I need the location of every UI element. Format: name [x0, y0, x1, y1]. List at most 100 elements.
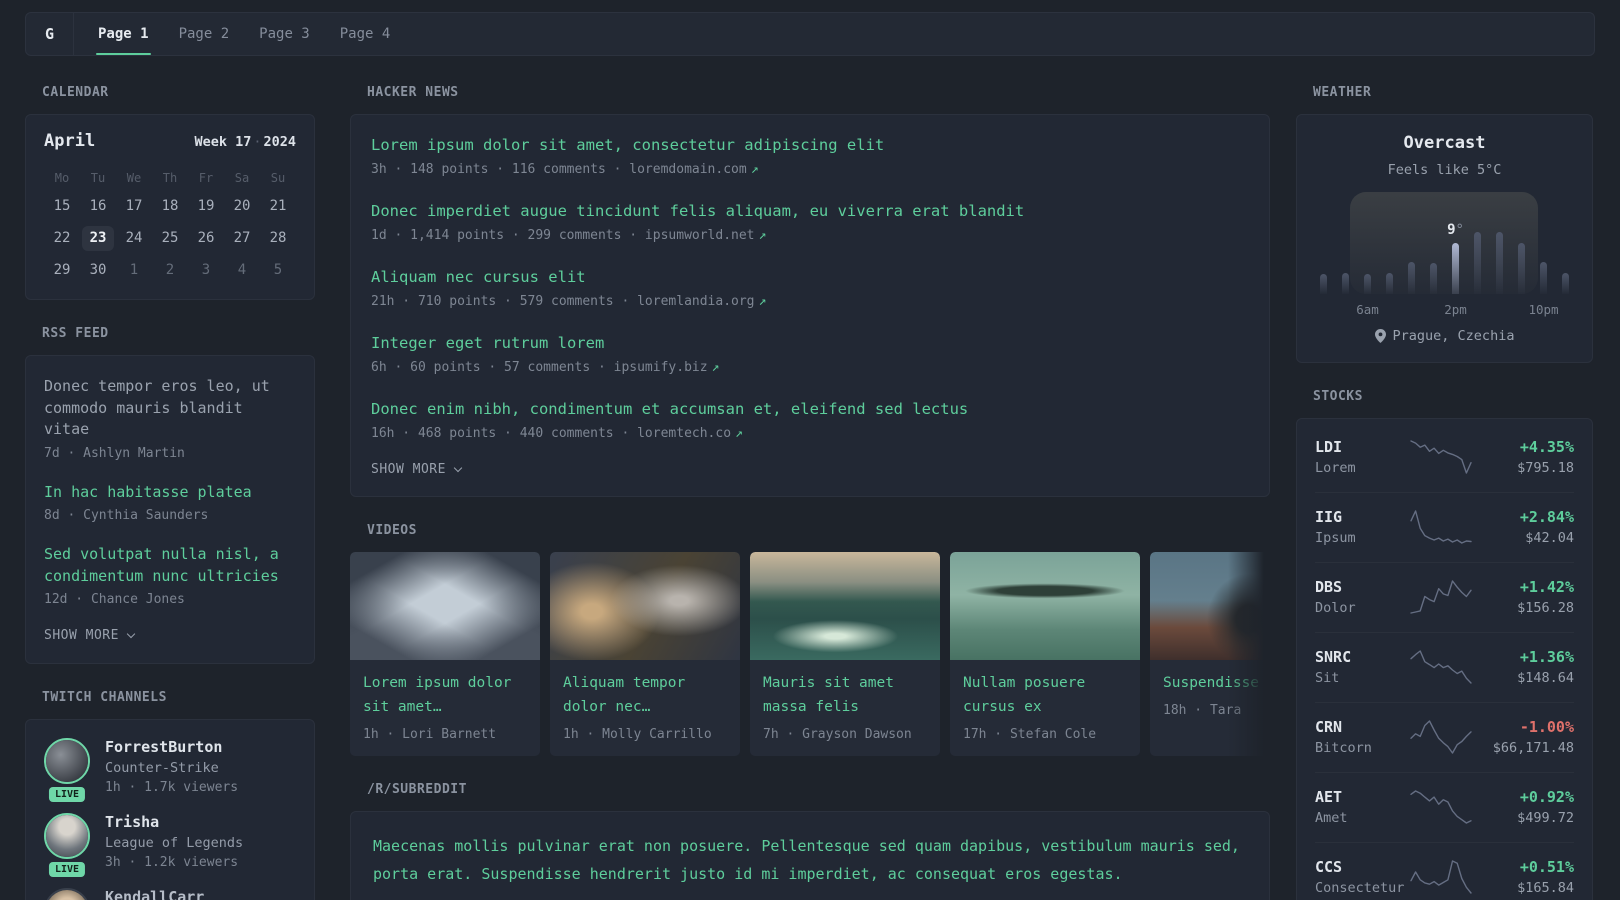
calendar-weekday-label: Fr	[198, 171, 214, 185]
hackernews-item-title[interactable]: Integer eget rutrum lorem	[371, 332, 1249, 354]
twitch-channel-row[interactable]: LIVE ForrestBurton Counter-Strike 1h · 1…	[44, 738, 296, 802]
hackernews-show-more-button[interactable]: SHOW MORE	[371, 462, 1249, 477]
stock-row[interactable]: SNRC Sit +1.36% $148.64	[1315, 632, 1574, 702]
calendar-day: 28	[269, 230, 287, 246]
rss-item-title[interactable]: In hac habitasse platea	[44, 482, 296, 504]
video-thumbnail[interactable]	[750, 552, 940, 660]
video-card[interactable]: Mauris sit amet massa felis 7h · Grayson…	[750, 552, 940, 756]
calendar-day: 16	[89, 198, 107, 214]
stock-name: Consectetur	[1315, 880, 1405, 896]
video-meta: 17h · Stefan Cole	[963, 727, 1097, 742]
calendar-weekday-label: Mo	[54, 171, 70, 185]
twitch-channel-row[interactable]: KendallCarr	[44, 888, 296, 900]
video-thumbnail[interactable]	[350, 552, 540, 660]
video-card-body: Aliquam tempor dolor nec pharetra… 1h · …	[550, 660, 740, 756]
rss-show-more-label: SHOW MORE	[44, 628, 119, 643]
stock-name: Lorem	[1315, 460, 1356, 476]
weather-bar-fill	[1408, 262, 1415, 294]
hackernews-item-title[interactable]: Lorem ipsum dolor sit amet, consectetur …	[371, 134, 1249, 156]
twitch-channel-row[interactable]: LIVE Trisha League of Legends 3h · 1.2k …	[44, 813, 296, 877]
video-title[interactable]: Nullam posuere cursus ex	[963, 671, 1127, 719]
video-title[interactable]: Aliquam tempor dolor nec pharetra…	[563, 671, 727, 719]
sparkline-chart	[1409, 650, 1472, 684]
weather-section: WEATHER Overcast Feels like 5°C 6am 9° 2pm…	[1296, 85, 1593, 363]
weather-bar	[1496, 232, 1503, 294]
hackernews-item-meta-text[interactable]: 3h · 148 points · 116 comments · loremdo…	[371, 162, 747, 177]
rss-show-more-button[interactable]: SHOW MORE	[44, 628, 296, 643]
video-title[interactable]: Lorem ipsum dolor sit amet consectetu…	[363, 671, 527, 719]
video-thumbnail[interactable]	[1150, 552, 1270, 660]
tab-page-2[interactable]: Page 2	[177, 13, 232, 55]
rss-section: RSS FEED Donec tempor eros leo, ut commo…	[25, 326, 315, 664]
weather-hour-label: 2pm	[1444, 302, 1467, 317]
calendar-day: 4	[237, 262, 247, 278]
twitch-channel-name[interactable]: KendallCarr	[105, 888, 204, 900]
subreddit-section: /R/SUBREDDIT Maecenas mollis pulvinar er…	[350, 782, 1270, 900]
rss-item-title[interactable]: Sed volutpat nulla nisl, a condimentum n…	[44, 544, 296, 587]
video-card[interactable]: Suspendisse diam 18h · Tara	[1150, 552, 1270, 756]
hackernews-item-title[interactable]: Donec imperdiet augue tincidunt felis al…	[371, 200, 1249, 222]
stocks-section: STOCKS LDI Lorem +4.35% $795.18 IIG Ipsu…	[1296, 389, 1593, 900]
weather-bar-fill	[1540, 262, 1547, 294]
avatar	[44, 738, 90, 784]
stock-row[interactable]: CRN Bitcorn -1.00% $66,171.48	[1315, 702, 1574, 772]
stock-price: $165.84	[1517, 880, 1574, 896]
video-meta: 1h · Molly Carrillo	[563, 727, 712, 742]
stock-row[interactable]: DBS Dolor +1.42% $156.28	[1315, 562, 1574, 632]
stock-id: CRN Bitcorn	[1315, 718, 1407, 756]
rss-card: Donec tempor eros leo, ut commodo mauris…	[25, 355, 315, 664]
rss-item-meta: 8d · Cynthia Saunders	[44, 508, 209, 523]
video-title[interactable]: Mauris sit amet massa felis	[763, 671, 927, 719]
calendar-weekday-label: Sa	[234, 171, 250, 185]
calendar-day: 20	[233, 198, 251, 214]
twitch-channel-name[interactable]: ForrestBurton	[105, 738, 238, 756]
weather-feels-like: Feels like 5°C	[1387, 162, 1502, 178]
hackernews-item: Lorem ipsum dolor sit amet, consectetur …	[371, 134, 1249, 177]
calendar-weekday-label: Tu	[90, 171, 106, 185]
video-card[interactable]: Aliquam tempor dolor nec pharetra… 1h · …	[550, 552, 740, 756]
twitch-channel-name[interactable]: Trisha	[105, 813, 243, 831]
hackernews-item-meta-text[interactable]: 16h · 468 points · 440 comments · loremt…	[371, 426, 731, 441]
weather-condition: Overcast	[1403, 133, 1486, 153]
weather-bar	[1320, 274, 1327, 294]
external-link-icon: ↗	[711, 360, 720, 375]
subreddit-card: Maecenas mollis pulvinar erat non posuer…	[350, 811, 1270, 900]
video-card-body: Lorem ipsum dolor sit amet consectetu… 1…	[350, 660, 540, 756]
stock-change: +1.36%	[1519, 648, 1574, 666]
app-logo[interactable]: G	[26, 13, 74, 55]
stock-row[interactable]: AET Amet +0.92% $499.72	[1315, 772, 1574, 842]
chevron-down-icon	[453, 463, 463, 473]
stock-row[interactable]: LDI Lorem +4.35% $795.18	[1315, 423, 1574, 492]
stock-row[interactable]: CCS Consectetur +0.51% $165.84	[1315, 842, 1574, 900]
hackernews-section-title: HACKER NEWS	[367, 85, 459, 100]
twitch-channel-meta: 1h · 1.7k viewers	[105, 780, 239, 795]
stock-id: DBS Dolor	[1315, 578, 1407, 616]
tab-page-1[interactable]: Page 1	[96, 13, 151, 55]
video-thumbnail[interactable]	[950, 552, 1140, 660]
rss-item-title[interactable]: Donec tempor eros leo, ut commodo mauris…	[44, 376, 296, 441]
tab-page-3[interactable]: Page 3	[257, 13, 312, 55]
video-card[interactable]: Nullam posuere cursus ex 17h · Stefan Co…	[950, 552, 1140, 756]
weather-section-title: WEATHER	[1313, 85, 1372, 100]
stock-price: $795.18	[1517, 460, 1574, 476]
live-badge: LIVE	[48, 787, 86, 802]
calendar-day: 17	[125, 198, 143, 214]
hackernews-item-meta-text[interactable]: 21h · 710 points · 579 comments · loreml…	[371, 294, 755, 309]
avatar	[44, 813, 90, 859]
calendar-section-title: CALENDAR	[42, 85, 109, 100]
hackernews-item-title[interactable]: Donec enim nibh, condimentum et accumsan…	[371, 398, 1249, 420]
stock-ticker: AET	[1315, 788, 1343, 806]
hackernews-item-meta-text[interactable]: 1d · 1,414 points · 299 comments · ipsum…	[371, 228, 755, 243]
weather-bar	[1408, 262, 1415, 294]
stock-row[interactable]: IIG Ipsum +2.84% $42.04	[1315, 492, 1574, 562]
rss-item-meta: 7d · Ashlyn Martin	[44, 445, 185, 461]
stock-sparkline	[1409, 719, 1473, 755]
hackernews-item-meta-text[interactable]: 6h · 60 points · 57 comments · ipsumify.…	[371, 360, 708, 375]
video-title[interactable]: Suspendisse diam	[1163, 671, 1270, 695]
video-thumbnail[interactable]	[550, 552, 740, 660]
tab-page-4[interactable]: Page 4	[338, 13, 393, 55]
videos-section: VIDEOS Lorem ipsum dolor sit amet consec…	[350, 523, 1270, 756]
hackernews-item-title[interactable]: Aliquam nec cursus elit	[371, 266, 1249, 288]
video-card[interactable]: Lorem ipsum dolor sit amet consectetu… 1…	[350, 552, 540, 756]
subreddit-post-title[interactable]: Maecenas mollis pulvinar erat non posuer…	[373, 832, 1247, 888]
